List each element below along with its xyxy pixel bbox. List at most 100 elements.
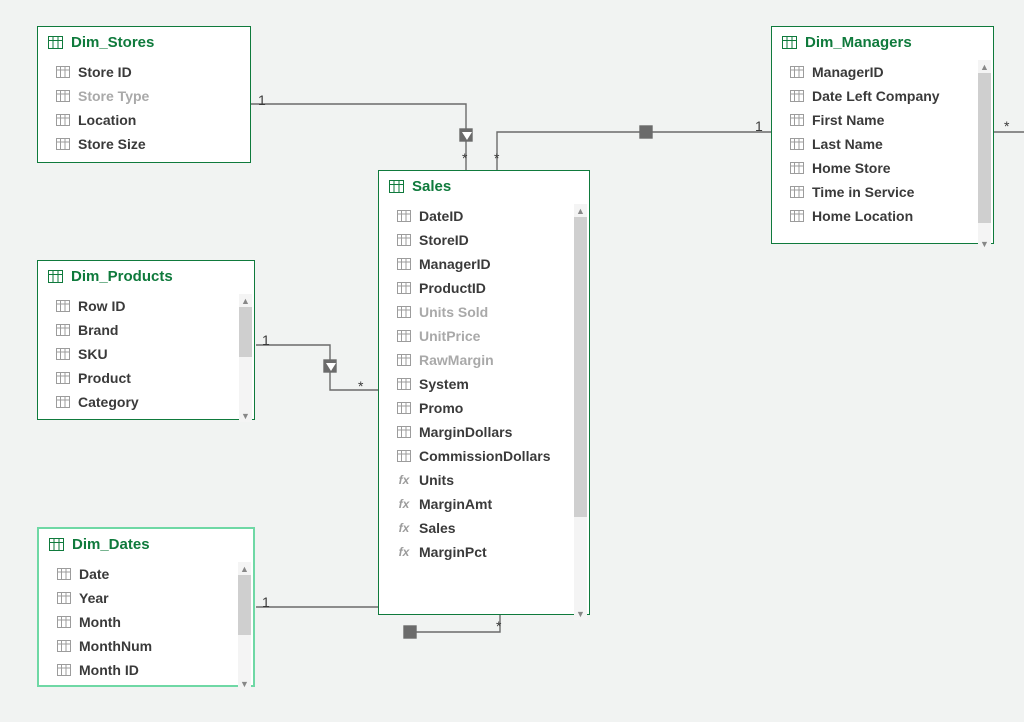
column-icon (56, 114, 70, 126)
scroll-down-icon[interactable]: ▼ (574, 607, 587, 620)
field-row[interactable]: Promo (379, 396, 589, 420)
field-row[interactable]: Store Size (38, 132, 250, 156)
field-row[interactable]: Month ID (39, 658, 253, 682)
column-icon (56, 138, 70, 150)
field-label: Promo (419, 400, 463, 416)
scrollbar[interactable]: ▲ ▼ (239, 294, 252, 422)
scroll-up-icon[interactable]: ▲ (978, 60, 991, 73)
column-icon (397, 378, 411, 390)
field-row[interactable]: Location (38, 108, 250, 132)
field-row[interactable]: MonthNum (39, 634, 253, 658)
model-canvas[interactable]: 1 * * 1 * 1 * 1 * Dim_Stores Store ID St… (0, 0, 1024, 722)
field-row[interactable]: SKU (38, 342, 254, 366)
column-icon (397, 402, 411, 414)
scrollbar[interactable]: ▲ ▼ (978, 60, 991, 250)
table-dim-dates[interactable]: Dim_Dates ▲ ▼ Date Year Month MonthNum M… (37, 527, 255, 687)
field-row[interactable]: Product (38, 366, 254, 390)
column-icon (790, 186, 804, 198)
column-icon (790, 210, 804, 222)
scroll-up-icon[interactable]: ▲ (574, 204, 587, 217)
scroll-down-icon[interactable]: ▼ (238, 677, 251, 690)
field-label: RawMargin (419, 352, 494, 368)
field-row[interactable]: ManagerID (379, 252, 589, 276)
table-body: ▲ ▼ DateID StoreID ManagerID ProductID U… (379, 202, 589, 622)
table-dim-products[interactable]: Dim_Products ▲ ▼ Row ID Brand SKU Produc… (37, 260, 255, 420)
field-label: ManagerID (419, 256, 491, 272)
field-label: Date (79, 566, 109, 582)
card-stores-one: 1 (258, 92, 266, 108)
table-header[interactable]: Dim_Stores (38, 27, 250, 58)
field-row[interactable]: First Name (772, 108, 993, 132)
scroll-up-icon[interactable]: ▲ (239, 294, 252, 307)
field-row[interactable]: fxMarginPct (379, 540, 589, 564)
field-label: Month (79, 614, 121, 630)
field-row[interactable]: Date Left Company (772, 84, 993, 108)
field-row[interactable]: MarginDollars (379, 420, 589, 444)
table-title: Dim_Dates (72, 536, 150, 553)
field-row[interactable]: fxSales (379, 516, 589, 540)
field-label: Category (78, 394, 139, 410)
field-row[interactable]: System (379, 372, 589, 396)
scroll-down-icon[interactable]: ▼ (239, 409, 252, 422)
column-icon (790, 114, 804, 126)
field-row[interactable]: Time in Service (772, 180, 993, 204)
table-icon (389, 180, 404, 193)
table-icon (48, 36, 63, 49)
field-row[interactable]: Units Sold (379, 300, 589, 324)
field-row[interactable]: Home Store (772, 156, 993, 180)
table-header[interactable]: Dim_Products (38, 261, 254, 292)
scroll-up-icon[interactable]: ▲ (238, 562, 251, 575)
measure-icon: fx (397, 546, 411, 558)
card-managers-right-many: * (1004, 118, 1009, 134)
field-row[interactable]: Brand (38, 318, 254, 342)
field-row[interactable]: CommissionDollars (379, 444, 589, 468)
table-sales[interactable]: Sales ▲ ▼ DateID StoreID ManagerID Produ… (378, 170, 590, 615)
field-row[interactable]: RawMargin (379, 348, 589, 372)
field-row[interactable]: Store ID (38, 60, 250, 84)
field-row[interactable]: fxUnits (379, 468, 589, 492)
column-icon (790, 138, 804, 150)
table-title: Dim_Products (71, 268, 173, 285)
measure-icon: fx (397, 522, 411, 534)
field-row[interactable]: Category (38, 390, 254, 414)
field-row[interactable]: StoreID (379, 228, 589, 252)
table-header[interactable]: Dim_Dates (39, 529, 253, 560)
table-body: ▲ ▼ Date Year Month MonthNum Month ID (39, 560, 253, 692)
scroll-thumb[interactable] (978, 73, 991, 223)
table-dim-managers[interactable]: Dim_Managers ▲ ▼ ManagerID Date Left Com… (771, 26, 994, 244)
field-row[interactable]: Row ID (38, 294, 254, 318)
scroll-thumb[interactable] (238, 575, 251, 635)
field-row[interactable]: Month (39, 610, 253, 634)
field-label: Store Type (78, 88, 149, 104)
scrollbar[interactable]: ▲ ▼ (574, 204, 587, 620)
column-icon (397, 258, 411, 270)
table-header[interactable]: Dim_Managers (772, 27, 993, 58)
column-icon (56, 300, 70, 312)
field-label: Time in Service (812, 184, 914, 200)
card-dates-one: 1 (262, 594, 270, 610)
field-row[interactable]: Store Type (38, 84, 250, 108)
field-row[interactable]: fxMarginAmt (379, 492, 589, 516)
column-icon (790, 162, 804, 174)
field-row[interactable]: ProductID (379, 276, 589, 300)
field-row[interactable]: UnitPrice (379, 324, 589, 348)
field-label: Location (78, 112, 136, 128)
field-row[interactable]: ManagerID (772, 60, 993, 84)
field-label: Units (419, 472, 454, 488)
field-label: MarginAmt (419, 496, 492, 512)
field-row[interactable]: Home Location (772, 204, 993, 228)
table-title: Dim_Stores (71, 34, 154, 51)
column-icon (790, 66, 804, 78)
field-row[interactable]: Date (39, 562, 253, 586)
column-icon (57, 592, 71, 604)
field-row[interactable]: Last Name (772, 132, 993, 156)
column-icon (56, 90, 70, 102)
table-header[interactable]: Sales (379, 171, 589, 202)
scroll-thumb[interactable] (574, 217, 587, 517)
table-dim-stores[interactable]: Dim_Stores Store ID Store Type Location … (37, 26, 251, 163)
scroll-down-icon[interactable]: ▼ (978, 237, 991, 250)
field-row[interactable]: Year (39, 586, 253, 610)
scroll-thumb[interactable] (239, 307, 252, 357)
field-row[interactable]: DateID (379, 204, 589, 228)
field-label: System (419, 376, 469, 392)
